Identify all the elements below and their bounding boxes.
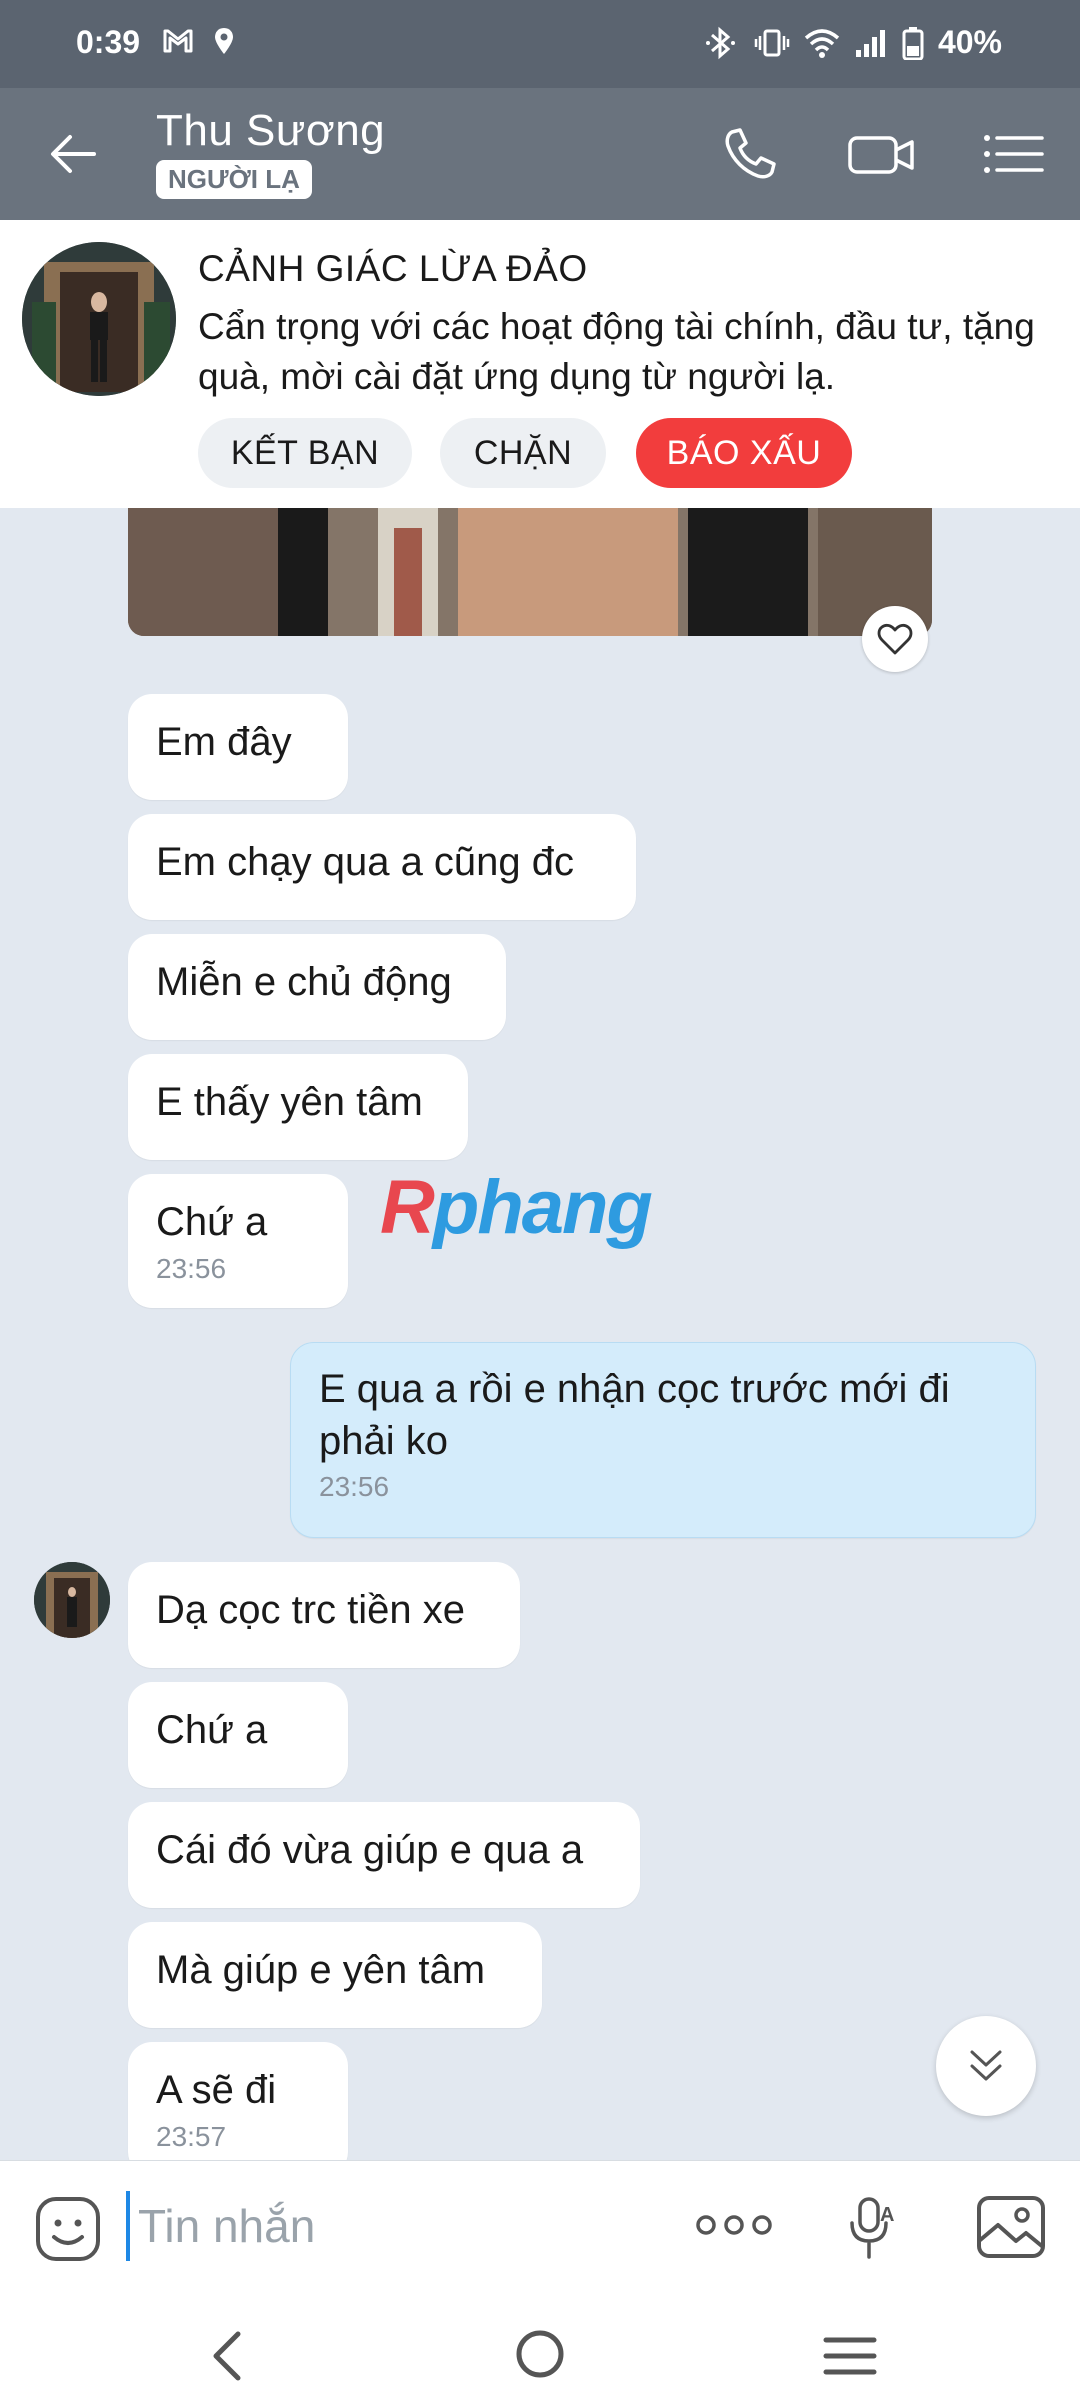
sticker-icon[interactable] [34, 2195, 102, 2263]
message-input-bar: A [0, 2160, 1080, 2288]
message-bubble[interactable]: Cái đó vừa giúp e qua a [128, 1802, 640, 1908]
wifi-icon [804, 28, 840, 58]
report-button[interactable]: BÁO XẤU [636, 418, 852, 488]
signal-icon [855, 29, 885, 57]
nav-recents-icon[interactable] [820, 2332, 880, 2380]
message-text: Chứ a [156, 1708, 268, 1752]
image-gallery-icon[interactable] [976, 2195, 1046, 2259]
message-text: Chứ a [156, 1200, 268, 1244]
status-time: 0:39 [76, 24, 141, 60]
message-time: 23:56 [156, 1253, 227, 1284]
message-bubble[interactable]: Chứ a [128, 1682, 348, 1788]
nav-home-icon[interactable] [512, 2326, 568, 2382]
more-options-icon[interactable] [694, 2211, 774, 2239]
message-text: E qua a rồi e nhận cọc trước mới đi phải… [319, 1367, 950, 1463]
message-bubble[interactable]: Em đây [128, 694, 348, 800]
watermark-text: phang [432, 1165, 653, 1250]
message-bubble[interactable]: Em chạy qua a cũng đc [128, 814, 636, 920]
photo-message[interactable] [128, 508, 932, 636]
scroll-to-bottom-button[interactable] [936, 2016, 1036, 2116]
battery-icon [902, 26, 924, 60]
heart-icon [877, 623, 913, 655]
message-input[interactable] [126, 2191, 646, 2261]
message-text: E thấy yên tâm [156, 1080, 423, 1124]
message-text: Miễn e chủ động [156, 960, 452, 1004]
message-text: Cái đó vừa giúp e qua a [156, 1828, 584, 1872]
message-bubble[interactable]: E thấy yên tâm [128, 1054, 468, 1160]
scam-warning-banner: CẢNH GIÁC LỪA ĐẢO Cẩn trọng với các hoạt… [0, 220, 1080, 508]
system-nav-bar [0, 2288, 1080, 2408]
double-chevron-down-icon [970, 2050, 1002, 2081]
vibrate-icon [754, 29, 790, 56]
contact-avatar[interactable] [22, 242, 176, 396]
location-icon [215, 28, 233, 54]
chat-header: Thu Sương NGƯỜI LẠ [0, 88, 1080, 220]
message-bubble-sent[interactable]: E qua a rồi e nhận cọc trước mới đi phải… [290, 1342, 1036, 1538]
watermark-logo: Rphang [380, 1165, 653, 1250]
phone-call-icon[interactable] [714, 118, 786, 190]
message-text: Em đây [156, 720, 292, 764]
message-text: Dạ cọc trc tiền xe [156, 1588, 466, 1632]
menu-list-icon[interactable] [978, 118, 1050, 190]
warning-text: Cẩn trọng với các hoạt động tài chính, đ… [198, 306, 1035, 397]
warning-title: CẢNH GIÁC LỪA ĐẢO [198, 248, 588, 289]
message-bubble[interactable]: Mà giúp e yên tâm [128, 1922, 542, 2028]
stranger-badge: NGƯỜI LẠ [156, 160, 312, 199]
message-text: Em chạy qua a cũng đc [156, 840, 575, 884]
battery-percent: 40% [937, 24, 1002, 60]
block-button[interactable]: CHẶN [440, 418, 606, 488]
react-heart-button[interactable] [862, 606, 928, 672]
message-bubble[interactable]: Dạ cọc trc tiền xe [128, 1562, 520, 1668]
gmail-icon [163, 29, 193, 53]
message-bubble[interactable]: Chứ a 23:56 [128, 1174, 348, 1308]
voice-to-text-icon[interactable]: A [846, 2195, 902, 2265]
bluetooth-icon [705, 26, 735, 59]
message-text: A sẽ đi [156, 2068, 277, 2112]
message-bubble[interactable]: A sẽ đi 23:57 [128, 2042, 348, 2160]
message-bubble[interactable]: Miễn e chủ động [128, 934, 506, 1040]
message-time: 23:57 [156, 2121, 227, 2152]
video-call-icon[interactable] [846, 118, 918, 190]
contact-name[interactable]: Thu Sương [156, 106, 385, 156]
sender-avatar[interactable] [34, 1562, 110, 1638]
message-time: 23:56 [319, 1471, 390, 1502]
chat-messages-area[interactable]: Em đây Em chạy qua a cũng đc Miễn e chủ … [0, 508, 1080, 2160]
add-friend-button[interactable]: KẾT BẠN [198, 418, 412, 488]
nav-back-icon[interactable] [204, 2328, 252, 2384]
back-arrow-icon[interactable] [44, 122, 108, 186]
status-bar: 0:39 40% [0, 0, 1080, 88]
message-text: Mà giúp e yên tâm [156, 1948, 486, 1992]
svg-text:A: A [880, 2204, 894, 2226]
